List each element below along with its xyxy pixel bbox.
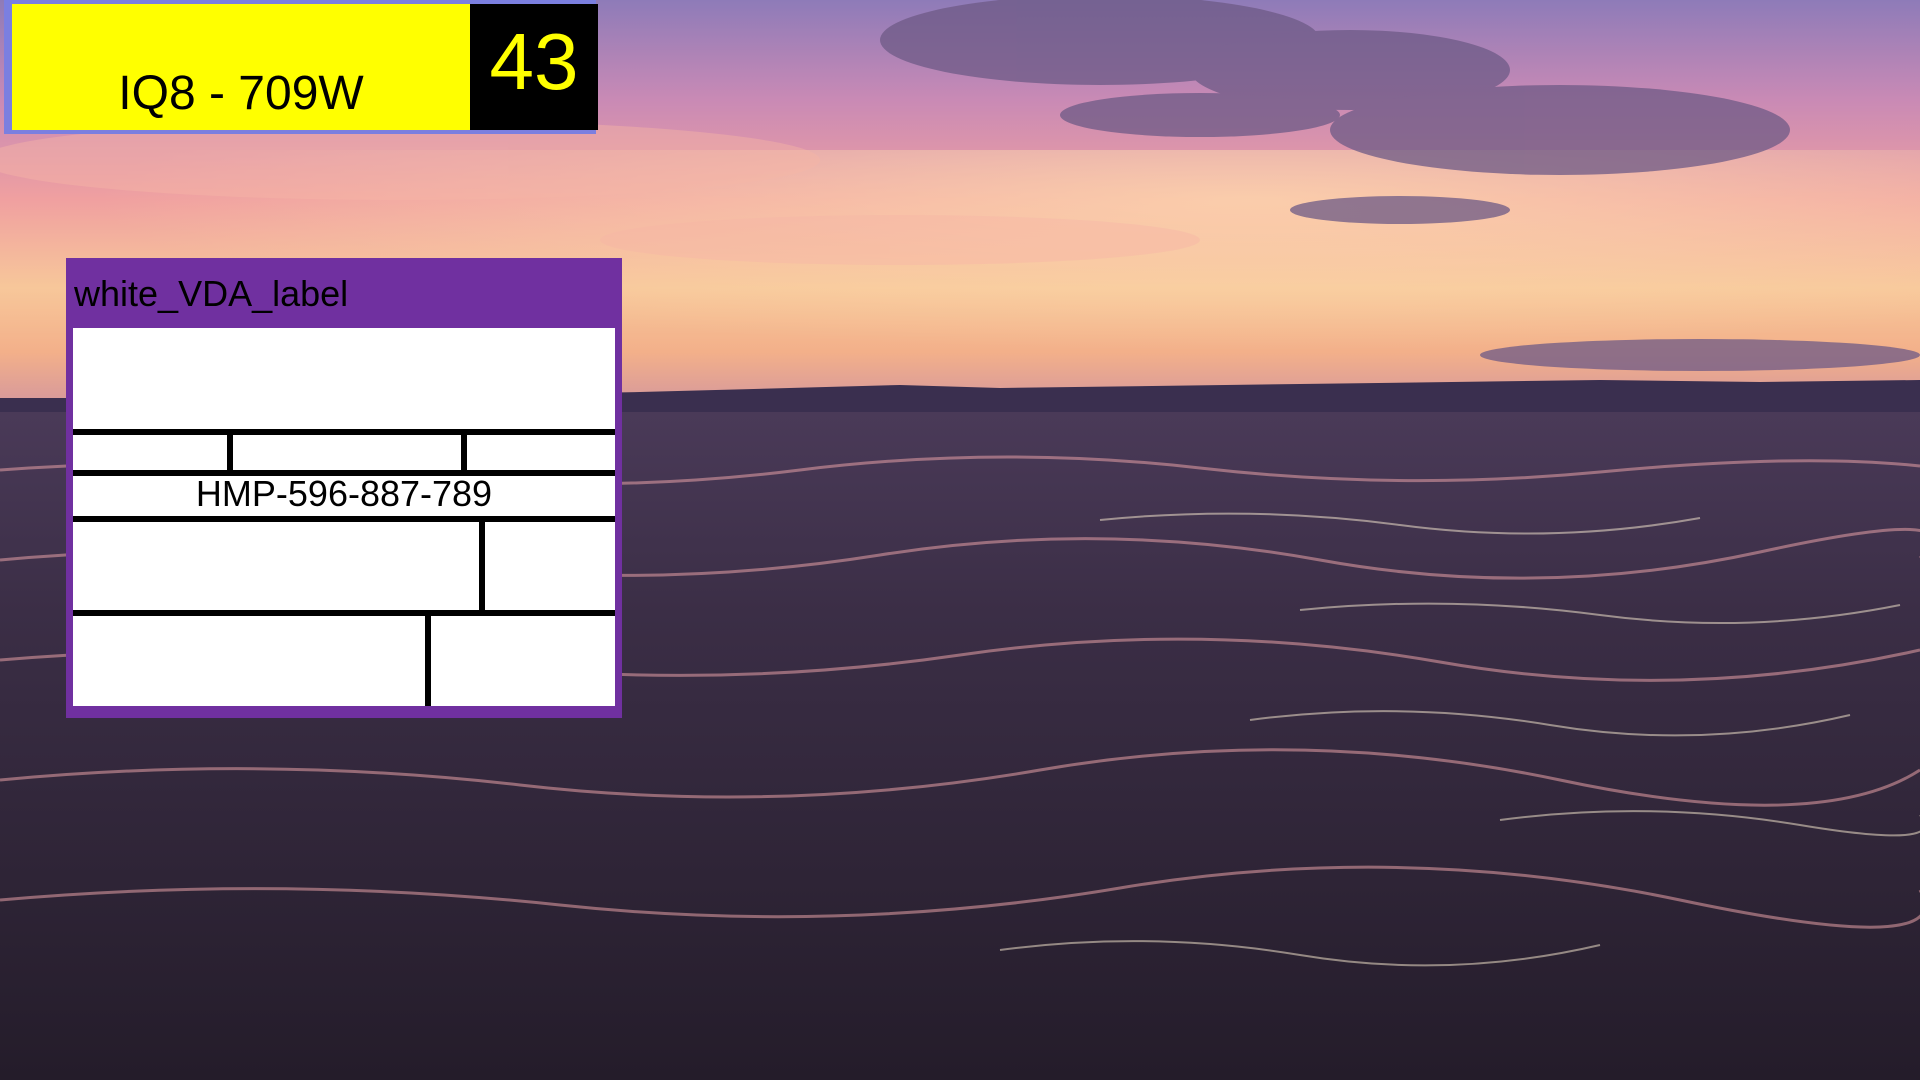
scene: IQ8 - 709W 43 white_VDA_label HMP-596-88…	[0, 0, 1920, 1080]
count-box: 43	[470, 4, 598, 130]
divider-line	[461, 429, 467, 476]
label-card-body: HMP-596-887-789	[73, 328, 615, 706]
divider-line	[73, 516, 615, 522]
count-value: 43	[489, 17, 579, 106]
divider-line	[73, 429, 615, 435]
divider-line	[425, 610, 431, 706]
label-code: HMP-596-887-789	[195, 473, 493, 514]
divider-line	[73, 610, 615, 616]
label-card-title: white_VDA_label	[74, 273, 349, 314]
code-label: IQ8 - 709W	[118, 67, 364, 120]
code-label-box: IQ8 - 709W	[12, 4, 470, 130]
header-badge: IQ8 - 709W 43	[4, 0, 598, 134]
divider-line	[227, 429, 233, 476]
divider-line	[479, 516, 485, 616]
vda-label-card[interactable]: white_VDA_label HMP-596-887-789	[66, 258, 622, 718]
